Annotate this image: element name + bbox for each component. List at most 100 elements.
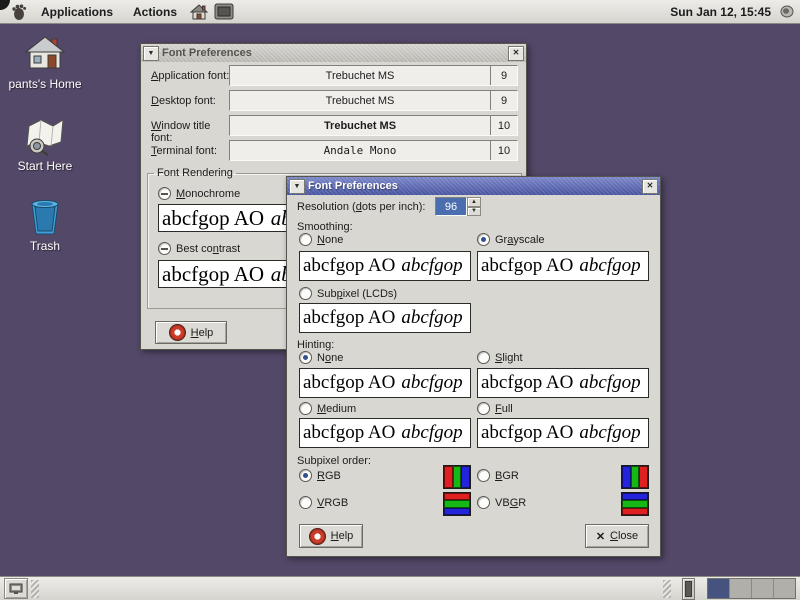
monochrome-radio[interactable]: Monochrome — [158, 187, 240, 200]
font-size: 10 — [490, 116, 517, 135]
panel-drag-handle[interactable] — [663, 580, 671, 598]
spin-up-button[interactable]: ▲ — [467, 197, 481, 207]
radio-button-icon — [477, 233, 490, 246]
smoothing-label: Smoothing: — [297, 221, 353, 233]
home-folder-icon — [24, 36, 66, 74]
font-size: 9 — [490, 91, 517, 110]
window-menu-button[interactable]: ▼ — [143, 46, 159, 61]
preview-regular: abcfgop AO — [303, 422, 395, 444]
subpixel-order-label: Subpixel order: — [297, 455, 371, 467]
help-label: Help — [331, 530, 354, 542]
desktop-font-picker[interactable]: Trebuchet MS 9 — [229, 90, 518, 111]
smoothing-grayscale-radio[interactable]: Grayscale — [477, 233, 545, 246]
radio-button-icon — [299, 469, 312, 482]
subpixel-rgb-radio[interactable]: RGB — [299, 469, 341, 482]
font-rendering-details-window: ▼ Font Preferences ✕ Resolution (dots pe… — [286, 176, 661, 557]
preview-regular: abcfgop AO — [303, 307, 395, 329]
desktop-icon-home[interactable]: pants's Home — [0, 36, 90, 91]
desktop-icon-trash[interactable]: Trash — [0, 196, 90, 253]
radio-label: Slight — [495, 352, 523, 364]
hinting-none-radio[interactable]: None — [299, 351, 343, 364]
radio-button-icon — [299, 402, 312, 415]
workspace-switcher[interactable] — [707, 578, 796, 599]
radio-button-icon — [158, 187, 171, 200]
vbgr-swatch — [621, 492, 649, 516]
spin-down-button[interactable]: ▼ — [467, 207, 481, 217]
close-button[interactable]: ✕ Close — [585, 524, 649, 548]
preview-italic: abcfgop — [579, 255, 640, 277]
radio-button-icon — [477, 496, 490, 509]
smoothing-grayscale-preview: abcfgop AOabcfgop — [477, 251, 649, 281]
radio-label: BGR — [495, 470, 519, 482]
bgr-swatch — [621, 465, 649, 489]
hinting-medium-radio[interactable]: Medium — [299, 402, 356, 415]
terminal-font-picker[interactable]: Andale Mono 10 — [229, 140, 518, 161]
titlebar[interactable]: ▼ Font Preferences ✕ — [287, 177, 660, 195]
radio-button-icon — [299, 287, 312, 300]
font-name: Trebuchet MS — [230, 66, 490, 85]
resolution-value[interactable]: 96 — [435, 197, 467, 216]
window-menu-button[interactable]: ▼ — [289, 179, 305, 194]
smoothing-subpixel-preview: abcfgop AO abcfgop — [299, 303, 471, 333]
application-font-picker[interactable]: Trebuchet MS 9 — [229, 65, 518, 86]
workspace-2[interactable] — [730, 579, 752, 598]
chevron-down-icon: ▼ — [294, 183, 301, 190]
desktop-icon-label: pants's Home — [9, 77, 82, 91]
preview-italic: abcfgop — [401, 422, 462, 444]
screenshot-launcher-icon[interactable] — [214, 3, 234, 20]
radio-button-icon — [299, 233, 312, 246]
window-title-font-picker[interactable]: Trebuchet MS 10 — [229, 115, 518, 136]
subpixel-vbgr-radio[interactable]: VBGR — [477, 496, 526, 509]
font-name: Trebuchet MS — [230, 116, 490, 135]
close-window-button[interactable]: ✕ — [508, 46, 524, 61]
panel-drag-handle[interactable] — [31, 580, 39, 598]
radio-label: Grayscale — [495, 234, 545, 246]
preview-italic: abcfgop — [579, 422, 640, 444]
desktop-icon-label: Start Here — [18, 159, 73, 173]
smoothing-none-preview: abcfgop AOabcfgop — [299, 251, 471, 281]
best-contrast-radio[interactable]: Best contrast — [158, 242, 240, 255]
workspace-3[interactable] — [752, 579, 774, 598]
radio-label: Subpixel (LCDs) — [317, 288, 397, 300]
resolution-spinner[interactable]: 96 ▲ ▼ — [435, 197, 481, 216]
preview-regular: abcfgop AO — [481, 422, 573, 444]
preview-regular: abcfgop AO — [162, 206, 264, 231]
radio-button-icon — [477, 351, 490, 364]
radio-button-icon — [299, 351, 312, 364]
hinting-medium-preview: abcfgop AO abcfgop — [299, 418, 471, 448]
font-size: 9 — [490, 66, 517, 85]
workspace-4[interactable] — [774, 579, 795, 598]
menu-applications[interactable]: Applications — [31, 5, 123, 19]
help-icon — [169, 324, 186, 341]
trash-icon — [27, 196, 63, 236]
desktop-icon-start-here[interactable]: Start Here — [0, 116, 90, 173]
radio-label: RGB — [317, 470, 341, 482]
desktop-font-label: Desktop font: — [151, 95, 231, 107]
close-icon: ✕ — [513, 49, 520, 57]
smoothing-subpixel-radio[interactable]: Subpixel (LCDs) — [299, 287, 397, 300]
hinting-full-radio[interactable]: Full — [477, 402, 513, 415]
menu-actions[interactable]: Actions — [123, 5, 187, 19]
gnome-foot-icon[interactable] — [10, 3, 28, 21]
help-icon — [309, 528, 326, 545]
subpixel-vrgb-radio[interactable]: VRGB — [299, 496, 348, 509]
workspace-1[interactable] — [708, 579, 730, 598]
clock[interactable]: Sun Jan 12, 15:45 — [670, 5, 777, 19]
smoothing-none-radio[interactable]: None — [299, 233, 343, 246]
preview-italic: abcfgop — [401, 307, 462, 329]
help-button[interactable]: Help — [155, 321, 227, 344]
panel-applet-icon[interactable] — [780, 5, 794, 18]
font-name: Andale Mono — [230, 141, 490, 160]
show-desktop-button[interactable] — [4, 578, 28, 599]
help-button[interactable]: Help — [299, 524, 363, 548]
hinting-label: Hinting: — [297, 339, 334, 351]
hinting-slight-radio[interactable]: Slight — [477, 351, 523, 364]
home-launcher-icon[interactable] — [190, 4, 208, 20]
preview-regular: abcfgop AO — [481, 372, 573, 394]
preview-italic: abcfgop — [401, 372, 462, 394]
applet-handle[interactable] — [682, 578, 695, 600]
subpixel-bgr-radio[interactable]: BGR — [477, 469, 519, 482]
radio-button-icon — [299, 496, 312, 509]
close-window-button[interactable]: ✕ — [642, 179, 658, 194]
titlebar[interactable]: ▼ Font Preferences ✕ — [141, 44, 526, 62]
